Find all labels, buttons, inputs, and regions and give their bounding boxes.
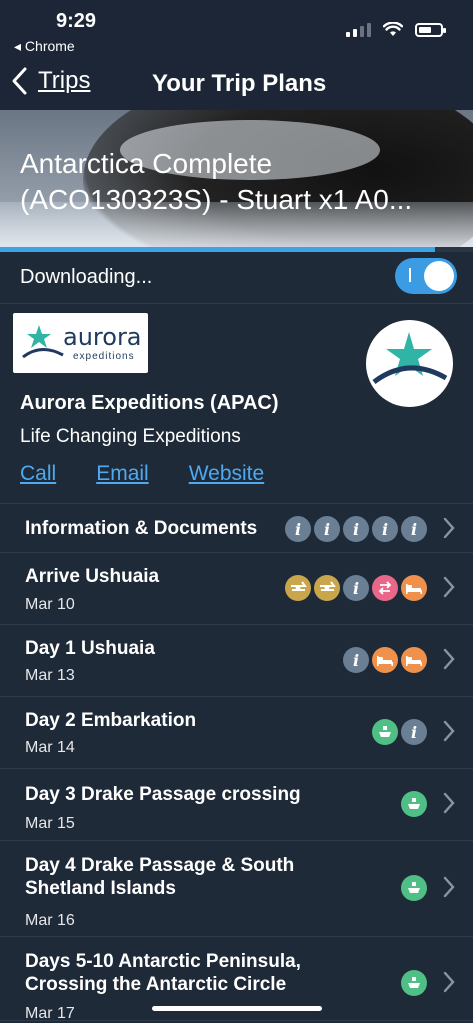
chevron-right-icon (443, 790, 455, 821)
ship-icon (401, 875, 427, 901)
hotel-icon (372, 647, 398, 673)
back-button-label: Trips (38, 67, 91, 94)
itinerary-row-date: Mar 14 (25, 739, 75, 756)
itinerary-row-date: Mar 13 (25, 667, 75, 684)
itinerary-row-icons (401, 791, 427, 817)
info-icon: i (314, 516, 340, 542)
itinerary-row-title: Days 5-10 Antarctic Peninsula, Crossing … (25, 951, 301, 995)
star-logo-icon (22, 325, 64, 359)
download-status: Downloading... (20, 266, 153, 288)
transfer-icon (372, 575, 398, 601)
operator-avatar (366, 320, 453, 407)
chevron-right-icon (443, 646, 455, 677)
itinerary-row[interactable]: Information & Documents i i i i i (0, 505, 473, 553)
ship-icon (372, 719, 398, 745)
ship-icon (401, 791, 427, 817)
toggle-on-mark (409, 268, 411, 282)
itinerary-row-date: Mar 17 (25, 1005, 75, 1022)
itinerary-row-icons: iiiii (285, 516, 427, 542)
battery-icon (415, 23, 446, 37)
cellular-signal-icon (346, 23, 371, 37)
toggle-knob (424, 261, 454, 291)
logo-subtext: expeditions (73, 351, 135, 362)
itinerary-row-title: Day 2 Embarkation (25, 710, 197, 731)
home-indicator (152, 1006, 322, 1011)
navigation-bar: Trips Your Trip Plans (0, 58, 473, 110)
trip-title-line1: Antarctica Complete (20, 148, 273, 179)
operator-tagline: Life Changing Expeditions (20, 426, 241, 447)
ship-icon (401, 970, 427, 996)
itinerary-row-icons (401, 875, 427, 901)
itinerary-row-icons (401, 970, 427, 996)
status-time: 9:29 (56, 10, 97, 32)
itinerary-row[interactable]: Day 4 Drake Passage & South Shetland Isl… (0, 841, 473, 937)
itinerary-row-icons: i (343, 647, 427, 673)
info-icon: i (401, 516, 427, 542)
wifi-icon (383, 22, 403, 36)
chevron-left-icon (12, 67, 27, 95)
itinerary-row[interactable]: Arrive Ushuaia Mar 10 i (0, 553, 473, 625)
status-icons (346, 22, 446, 37)
contact-links: Call Email Website (20, 462, 264, 486)
chevron-right-icon (443, 574, 455, 605)
back-button[interactable]: Trips (10, 66, 90, 96)
flight-icon (314, 575, 340, 601)
itinerary-row[interactable]: Day 1 Ushuaia Mar 13 i (0, 625, 473, 697)
info-icon: i (401, 719, 427, 745)
info-icon: i (343, 647, 369, 673)
chevron-right-icon (443, 874, 455, 905)
aurora-logo: aurora expeditions (13, 313, 148, 373)
itinerary-row-date: Mar 10 (25, 596, 75, 613)
website-link[interactable]: Website (189, 462, 264, 486)
hotel-icon (401, 647, 427, 673)
call-link[interactable]: Call (20, 462, 56, 486)
chevron-right-icon (443, 969, 455, 1000)
itinerary-row[interactable]: Day 2 Embarkation Mar 14 i (0, 697, 473, 769)
download-row: Downloading... (0, 252, 473, 304)
status-bar: 9:29 ◂ Chrome (0, 0, 473, 58)
star-logo-icon (372, 332, 448, 385)
download-toggle[interactable] (395, 258, 457, 294)
info-icon: i (372, 516, 398, 542)
itinerary-row-date: Mar 15 (25, 815, 75, 832)
chevron-right-icon (443, 515, 455, 546)
itinerary-row[interactable]: Day 3 Drake Passage crossing Mar 15 (0, 769, 473, 841)
trip-title: Antarctica Complete (ACO130323S) - Stuar… (20, 146, 460, 218)
page-title: Your Trip Plans (152, 70, 327, 97)
itinerary-row-title: Day 1 Ushuaia (25, 638, 155, 659)
itinerary-row-icons: i (285, 575, 427, 601)
hotel-icon (401, 575, 427, 601)
back-to-app-link[interactable]: ◂ Chrome (14, 38, 75, 55)
itinerary-row-title: Day 3 Drake Passage crossing (25, 784, 301, 805)
operator-name: Aurora Expeditions (APAC) (20, 392, 279, 414)
info-icon: i (285, 516, 311, 542)
itinerary-row-date: Mar 16 (25, 912, 75, 929)
chevron-right-icon (443, 718, 455, 749)
itinerary-row-title: Day 4 Drake Passage & South Shetland Isl… (25, 855, 295, 899)
info-icon: i (343, 516, 369, 542)
email-link[interactable]: Email (96, 462, 149, 486)
logo-wordmark: aurora (63, 323, 142, 351)
info-icon: i (343, 575, 369, 601)
trip-title-line2: (ACO130323S) - Stuart x1 A0... (20, 184, 413, 215)
itinerary-list: Information & Documents i i i i i Arrive Ushua… (0, 505, 473, 1022)
operator-card: aurora expeditions Aurora Expeditions (A… (0, 304, 473, 504)
itinerary-row-icons: i (372, 719, 427, 745)
trip-hero-image: Antarctica Complete (ACO130323S) - Stuar… (0, 110, 473, 247)
flight-icon (285, 575, 311, 601)
